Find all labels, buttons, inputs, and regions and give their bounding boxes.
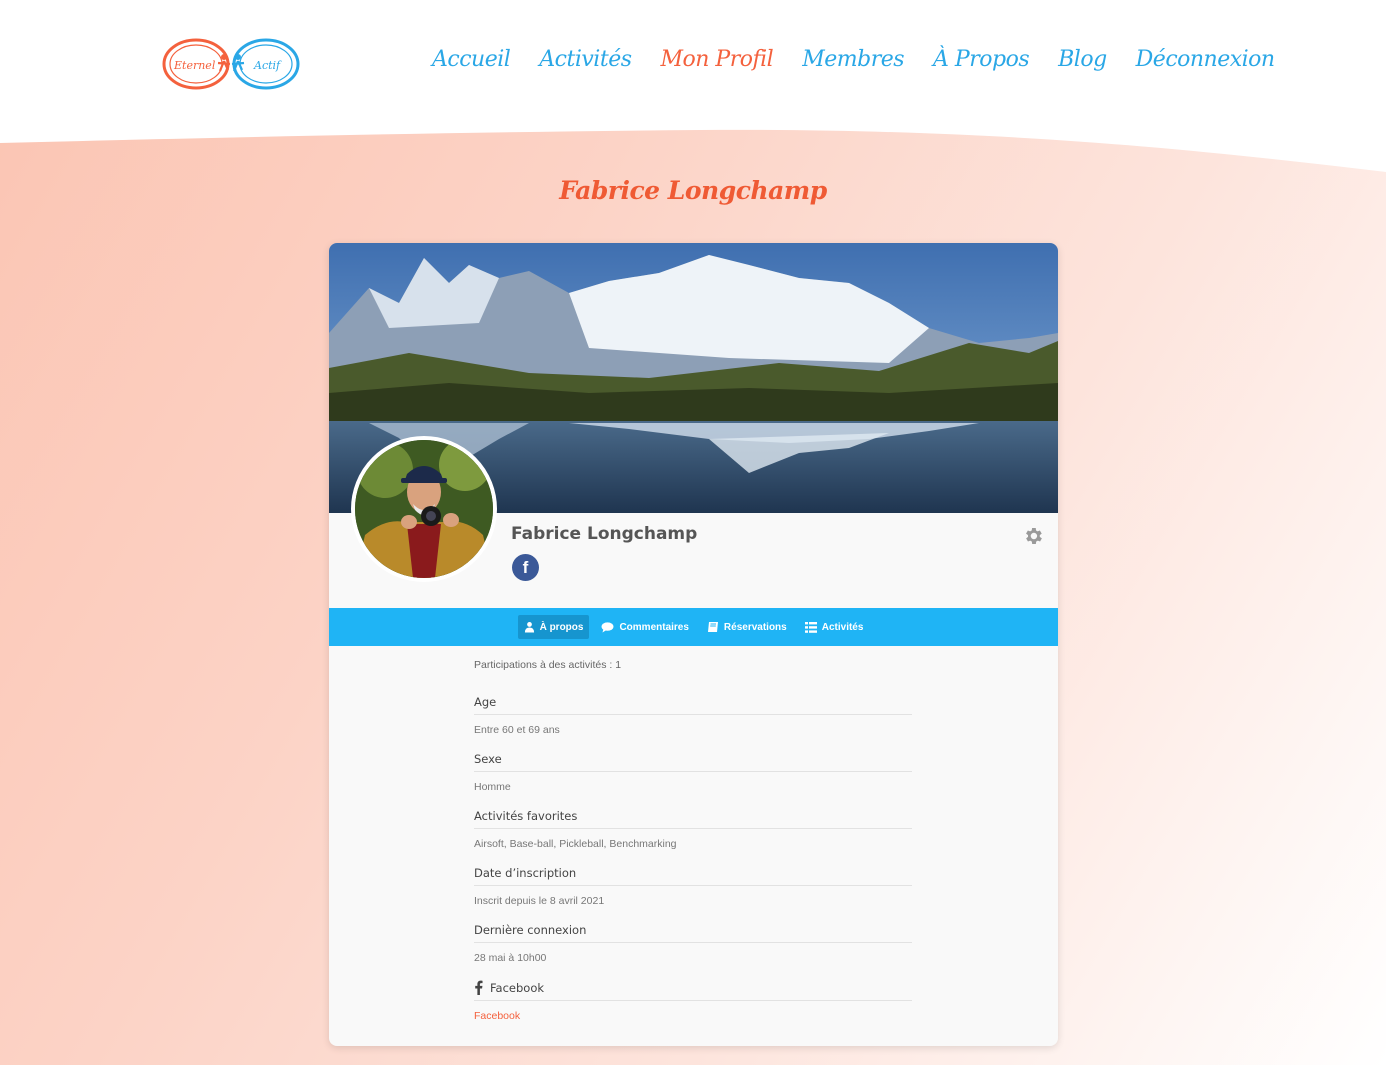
field-value-date-inscription: Inscrit depuis le 8 avril 2021 [474, 895, 605, 907]
profile-name: Fabrice Longchamp [511, 524, 698, 544]
field-label-facebook: Facebook [474, 980, 912, 1001]
facebook-f-icon [475, 980, 483, 995]
facebook-label-text: Facebook [490, 980, 545, 995]
nav-membres[interactable]: Membres [802, 47, 904, 72]
tab-label: Réservations [723, 621, 787, 633]
nav-activites[interactable]: Activités [539, 47, 632, 72]
page-title: Fabrice Longchamp [559, 176, 827, 205]
field-value-derniere-connexion: 28 mai à 10h00 [474, 952, 547, 964]
settings-gear-icon[interactable] [1022, 525, 1044, 547]
book-icon [707, 622, 718, 632]
tab-label: À propos [539, 621, 584, 633]
nav-accueil[interactable]: Accueil [432, 47, 511, 72]
about-section: Participations à des activités : 1 Age E… [474, 659, 912, 1038]
tab-activites[interactable]: Activités [799, 615, 870, 639]
nav-a-propos[interactable]: À Propos [933, 47, 1030, 72]
field-label-age: Age [474, 695, 912, 715]
tab-commentaires[interactable]: Commentaires [595, 615, 694, 639]
main-nav: Accueil Activités Mon Profil Membres À P… [432, 47, 1275, 72]
field-value-activites-favorites: Airsoft, Base-ball, Pickleball, Benchmar… [474, 838, 677, 850]
nav-blog[interactable]: Blog [1058, 47, 1107, 72]
nav-deconnexion[interactable]: Déconnexion [1136, 47, 1275, 72]
facebook-icon[interactable]: f [512, 554, 539, 581]
field-value-sexe: Homme [474, 781, 511, 793]
logo-text-right: Actif [253, 59, 282, 72]
field-label-sexe: Sexe [474, 752, 912, 772]
tab-label: Activités [821, 621, 864, 633]
field-label-activites-favorites: Activités favorites [474, 809, 912, 829]
logo-text-left: Eternel [173, 59, 216, 72]
site-logo[interactable]: Eternel Actif [160, 33, 302, 95]
field-value-age: Entre 60 et 69 ans [474, 724, 560, 736]
field-label-derniere-connexion: Dernière connexion [474, 923, 912, 943]
field-label-date-inscription: Date d’inscription [474, 866, 912, 886]
list-icon [804, 621, 817, 633]
facebook-link[interactable]: Facebook [474, 1010, 912, 1022]
profile-card: Fabrice Longchamp f À propos Commentaire… [329, 243, 1058, 1046]
tab-label: Commentaires [619, 621, 689, 633]
nav-mon-profil[interactable]: Mon Profil [661, 47, 774, 72]
profile-avatar[interactable] [351, 436, 497, 582]
participations-count: Participations à des activités : 1 [474, 659, 622, 671]
tab-a-propos[interactable]: À propos [517, 615, 590, 639]
tab-reservations[interactable]: Réservations [701, 615, 793, 639]
profile-tabs: À propos Commentaires Réservations Activ… [329, 608, 1058, 646]
user-icon [524, 622, 534, 633]
comment-icon [601, 621, 614, 633]
